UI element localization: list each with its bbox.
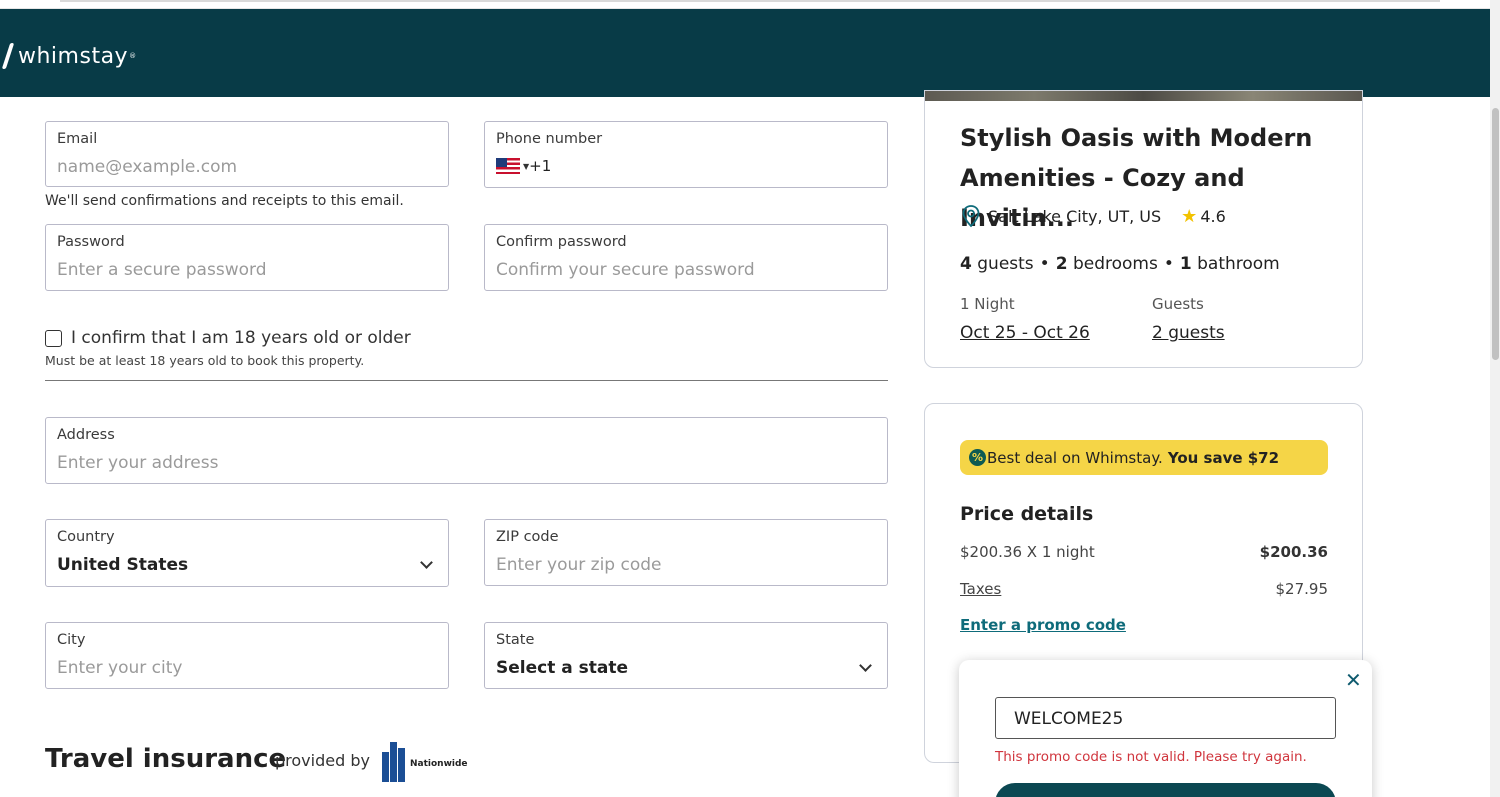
nightly-price-label: $200.36 X 1 night bbox=[960, 543, 1095, 561]
star-icon: ★ bbox=[1181, 205, 1198, 227]
bathrooms-count: 1 bbox=[1179, 254, 1192, 274]
scrollbar-thumb[interactable] bbox=[1492, 108, 1499, 360]
site-header: whimstay ® bbox=[0, 9, 1490, 97]
confirm-password-label: Confirm password bbox=[496, 234, 627, 250]
confirm-password-field[interactable]: Confirm password Confirm your secure pas… bbox=[484, 224, 888, 291]
age-confirm-checkbox[interactable] bbox=[45, 330, 62, 347]
email-field[interactable]: Email name@example.com bbox=[45, 121, 449, 187]
city-label: City bbox=[57, 632, 86, 648]
promo-code-popup: ✕ WELCOME25 This promo code is not valid… bbox=[959, 660, 1372, 797]
deal-savings: You save $72 bbox=[1167, 448, 1280, 467]
nationwide-logo: Nationwide bbox=[380, 742, 468, 782]
zip-label: ZIP code bbox=[496, 529, 559, 545]
city-placeholder: Enter your city bbox=[57, 658, 183, 678]
nationwide-name: Nationwide bbox=[410, 759, 468, 769]
guests-word: guests bbox=[977, 254, 1034, 274]
taxes-row: Taxes $27.95 bbox=[960, 580, 1328, 598]
nightly-price-row: $200.36 X 1 night $200.36 bbox=[960, 543, 1328, 561]
password-placeholder: Enter a secure password bbox=[57, 260, 267, 280]
section-divider bbox=[45, 380, 888, 381]
property-rating: ★ 4.6 bbox=[1181, 206, 1226, 227]
us-flag-icon[interactable] bbox=[496, 158, 520, 174]
nightly-price-amount: $200.36 bbox=[1259, 543, 1328, 561]
deal-text: Best deal on Whimstay. bbox=[987, 448, 1163, 467]
zip-placeholder: Enter your zip code bbox=[496, 555, 662, 575]
age-confirm-note: Must be at least 18 years old to book th… bbox=[45, 353, 365, 368]
property-location: Salt Lake City, UT, US bbox=[988, 206, 1162, 226]
phone-field[interactable]: Phone number ▼ +1 bbox=[484, 121, 888, 188]
logo-text: whimstay bbox=[18, 43, 129, 69]
guests-link[interactable]: 2 guests bbox=[1152, 323, 1225, 343]
country-label: Country bbox=[57, 529, 115, 545]
nights-label: 1 Night bbox=[960, 295, 1015, 313]
whimstay-logo[interactable]: whimstay ® bbox=[0, 43, 136, 69]
property-location-row: Salt Lake City, UT, US ★ 4.6 bbox=[960, 204, 1226, 228]
price-details-title: Price details bbox=[960, 503, 1094, 525]
guests-label: Guests bbox=[1152, 295, 1204, 313]
property-specs: 4 guests • 2 bedrooms • 1 bathroom bbox=[960, 254, 1280, 274]
phone-label: Phone number bbox=[496, 131, 603, 147]
email-helper-text: We'll send confirmations and receipts to… bbox=[45, 193, 404, 209]
logo-reg: ® bbox=[129, 52, 137, 60]
property-rating-value: 4.6 bbox=[1200, 206, 1226, 226]
promo-error-message: This promo code is not valid. Please try… bbox=[995, 749, 1307, 765]
state-select[interactable]: State Select a state bbox=[484, 622, 888, 689]
dates-link[interactable]: Oct 25 - Oct 26 bbox=[960, 323, 1090, 343]
best-deal-banner: % Best deal on Whimstay. You save $72 bbox=[960, 440, 1328, 475]
phone-country-code: +1 bbox=[529, 157, 552, 175]
bedrooms-word: bedrooms bbox=[1072, 254, 1158, 274]
country-select[interactable]: Country United States bbox=[45, 519, 449, 587]
page-scrollbar[interactable] bbox=[1490, 0, 1500, 797]
promo-code-input[interactable]: WELCOME25 bbox=[995, 697, 1336, 739]
confirm-password-placeholder: Confirm your secure password bbox=[496, 260, 755, 280]
provided-by-text: provided by bbox=[275, 751, 370, 770]
country-value: United States bbox=[57, 555, 189, 575]
logo-mark-icon bbox=[0, 43, 14, 69]
travel-insurance-title: Travel insurance bbox=[45, 744, 287, 774]
taxes-link[interactable]: Taxes bbox=[960, 580, 1001, 598]
location-pin-icon bbox=[962, 205, 980, 228]
guests-count: 4 bbox=[960, 254, 972, 274]
zip-field[interactable]: ZIP code Enter your zip code bbox=[484, 519, 888, 586]
state-label: State bbox=[496, 632, 535, 648]
email-placeholder: name@example.com bbox=[57, 157, 238, 177]
taxes-amount: $27.95 bbox=[1275, 580, 1329, 598]
property-photo bbox=[925, 91, 1362, 101]
password-label: Password bbox=[57, 234, 125, 250]
city-field[interactable]: City Enter your city bbox=[45, 622, 449, 689]
browser-top-strip bbox=[0, 0, 1500, 9]
address-placeholder: Enter your address bbox=[57, 453, 219, 473]
bathrooms-word: bathroom bbox=[1197, 254, 1280, 274]
enter-promo-code-link[interactable]: Enter a promo code bbox=[960, 616, 1126, 634]
email-label: Email bbox=[57, 131, 98, 147]
nationwide-eagle-icon bbox=[380, 742, 408, 782]
close-icon[interactable]: ✕ bbox=[1345, 668, 1362, 692]
address-label: Address bbox=[57, 427, 115, 443]
age-confirm-label[interactable]: I confirm that I am 18 years old or olde… bbox=[71, 328, 411, 348]
apply-promo-button[interactable] bbox=[995, 783, 1336, 797]
discount-badge-icon: % bbox=[969, 449, 986, 466]
bedrooms-count: 2 bbox=[1055, 254, 1068, 274]
password-field[interactable]: Password Enter a secure password bbox=[45, 224, 449, 291]
state-value: Select a state bbox=[496, 658, 629, 678]
address-field[interactable]: Address Enter your address bbox=[45, 417, 888, 484]
property-summary-card: Stylish Oasis with Modern Amenities - Co… bbox=[924, 90, 1363, 368]
